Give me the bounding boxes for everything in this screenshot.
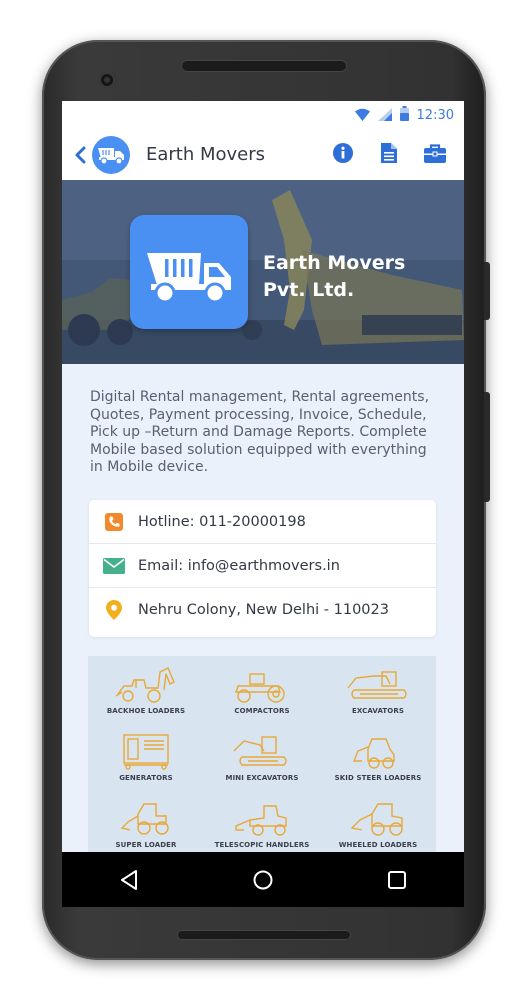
equipment-label: Wheeled Loaders xyxy=(338,841,418,849)
email-row[interactable]: Email: info@earthmovers.in xyxy=(89,544,436,588)
app-avatar xyxy=(92,135,130,174)
dump-truck-icon xyxy=(147,253,231,303)
company-name-line1: Earth Movers xyxy=(263,252,406,274)
equipment-mini-excavators[interactable]: Mini Excavators xyxy=(204,731,320,798)
equipment-label: Telescopic Handlers xyxy=(214,841,310,849)
company-name: Earth Movers Pvt. Ltd. xyxy=(263,250,405,304)
nav-recents-button[interactable] xyxy=(367,860,427,900)
recents-square-icon xyxy=(388,870,406,889)
phone-icon xyxy=(103,512,125,531)
screen: 12:30 Earth Movers Earth Movers Pvt. Ltd… xyxy=(62,101,464,907)
back-triangle-icon xyxy=(121,869,137,890)
equipment-excavators[interactable]: Excavators xyxy=(320,664,436,731)
company-description: Digital Rental management, Rental agreem… xyxy=(90,389,430,475)
briefcase-icon xyxy=(424,143,446,163)
equipment-label: Compactors xyxy=(234,707,290,715)
status-bar: 12:30 xyxy=(62,101,464,129)
equipment-skid-steer-loaders[interactable]: Skid Steer Loaders xyxy=(320,731,436,798)
telescopic-handler-icon xyxy=(235,805,287,836)
location-icon xyxy=(103,600,125,620)
hotline-row[interactable]: Hotline: 011-20000198 xyxy=(89,500,436,544)
address-text: Nehru Colony, New Delhi - 110023 xyxy=(138,602,389,618)
briefcase-button[interactable] xyxy=(424,141,446,165)
hero-banner: Earth Movers Pvt. Ltd. xyxy=(62,180,464,364)
compactor-icon xyxy=(235,673,285,703)
battery-icon xyxy=(399,105,409,125)
equipment-generators[interactable]: Generators xyxy=(88,731,204,798)
skid-steer-loader-icon xyxy=(352,738,395,769)
status-time: 12:30 xyxy=(416,107,454,123)
wheeled-loader-icon xyxy=(350,803,403,836)
app-bar: Earth Movers xyxy=(62,129,464,180)
info-button[interactable] xyxy=(332,141,354,165)
equipment-label: Backhoe Loaders xyxy=(106,707,186,715)
backhoe-loader-icon xyxy=(115,667,175,703)
back-button[interactable] xyxy=(68,146,92,164)
excavator-icon xyxy=(347,671,407,699)
hotline-text: Hotline: 011-20000198 xyxy=(138,513,306,530)
wifi-icon xyxy=(354,106,370,125)
speaker-grille xyxy=(181,60,347,72)
mini-excavator-icon xyxy=(233,736,287,766)
email-icon xyxy=(103,557,125,574)
app-bar-actions xyxy=(332,141,446,165)
super-loader-icon xyxy=(120,803,169,835)
equipment-label: Super Loader xyxy=(115,841,177,849)
equipment-backhoe-loaders[interactable]: Backhoe Loaders xyxy=(88,664,204,731)
app-title: Earth Movers xyxy=(146,144,266,165)
system-navigation-bar xyxy=(62,852,464,907)
generator-icon xyxy=(123,734,169,770)
document-icon xyxy=(381,143,397,163)
equipment-label: Skid Steer Loaders xyxy=(334,774,422,782)
signal-icon xyxy=(377,106,392,125)
company-name-line2: Pvt. Ltd. xyxy=(263,279,355,301)
equipment-label: Generators xyxy=(119,774,173,782)
equipment-compactors[interactable]: Compactors xyxy=(204,664,320,731)
power-button xyxy=(484,392,490,502)
contact-card: Hotline: 011-20000198 Email: info@earthm… xyxy=(89,500,436,637)
equipment-label: Excavators xyxy=(352,707,404,715)
email-text: Email: info@earthmovers.in xyxy=(138,557,340,574)
chevron-left-icon xyxy=(75,146,86,163)
bottom-speaker-grille xyxy=(177,930,351,940)
home-circle-icon xyxy=(253,870,273,889)
nav-back-button[interactable] xyxy=(99,860,159,900)
truck-icon xyxy=(98,147,124,165)
volume-button xyxy=(484,262,490,320)
company-logo xyxy=(130,215,248,329)
equipment-label: Mini Excavators xyxy=(225,774,299,782)
info-icon xyxy=(333,143,353,163)
nav-home-button[interactable] xyxy=(233,860,293,900)
address-row[interactable]: Nehru Colony, New Delhi - 110023 xyxy=(89,588,436,632)
document-button[interactable] xyxy=(378,141,400,165)
front-camera xyxy=(99,72,115,88)
